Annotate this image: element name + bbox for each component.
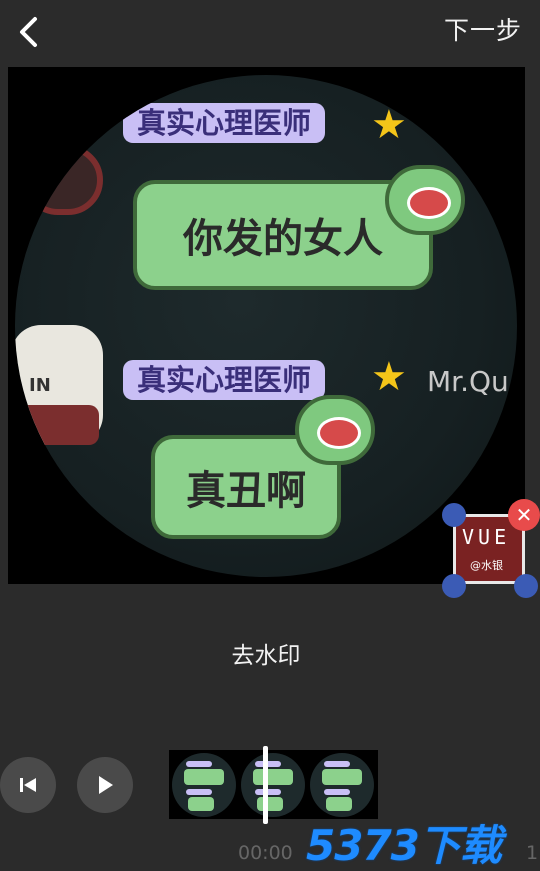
timeline-strip[interactable] [169, 750, 378, 819]
decor-shape [23, 145, 103, 215]
meme-tag-top: 真实心理医师 [123, 103, 326, 143]
watermark-subtext: @水银 [470, 559, 503, 572]
back-button[interactable] [10, 12, 46, 52]
timeline-playhead[interactable] [263, 746, 268, 824]
side-text: Mr.Qu [427, 365, 509, 398]
next-step-button[interactable]: 下一步 [444, 14, 522, 48]
dog-sticker-text: IN [29, 375, 51, 396]
top-bar: 下一步 [0, 0, 540, 64]
play-icon [99, 776, 113, 794]
time-end: 1 [526, 842, 539, 864]
play-button[interactable] [77, 757, 133, 813]
close-icon[interactable]: ✕ [508, 499, 540, 531]
chevron-left-icon [20, 17, 37, 47]
decor-scarf [15, 405, 99, 445]
skip-to-start-icon [20, 778, 36, 792]
resize-handle-bottom-left[interactable] [442, 574, 466, 598]
remove-watermark-button[interactable]: 去水印 [0, 636, 532, 670]
timeline-thumbnail [307, 750, 376, 819]
star-icon: ★ [371, 102, 407, 148]
mascot-icon [295, 395, 375, 465]
meme-tag-bottom: 真实心理医师 [123, 360, 326, 400]
resize-handle-bottom-right[interactable] [514, 574, 538, 598]
time-start: 00:00 [238, 842, 293, 864]
mascot-icon [385, 165, 465, 235]
watermark-text: VUE [462, 525, 511, 549]
star-icon: ★ [371, 354, 407, 400]
skip-to-start-button[interactable] [0, 757, 56, 813]
brand-watermark-logo: 5373下载 [306, 821, 502, 870]
timeline-thumbnail [169, 750, 238, 819]
preview-image: IN 真实心理医师 ★ 你发的女人 真实心理医师 ★ Mr.Qu 真丑啊 [15, 75, 517, 577]
timeline-thumbnail [238, 750, 307, 819]
resize-handle-top-left[interactable] [442, 503, 466, 527]
